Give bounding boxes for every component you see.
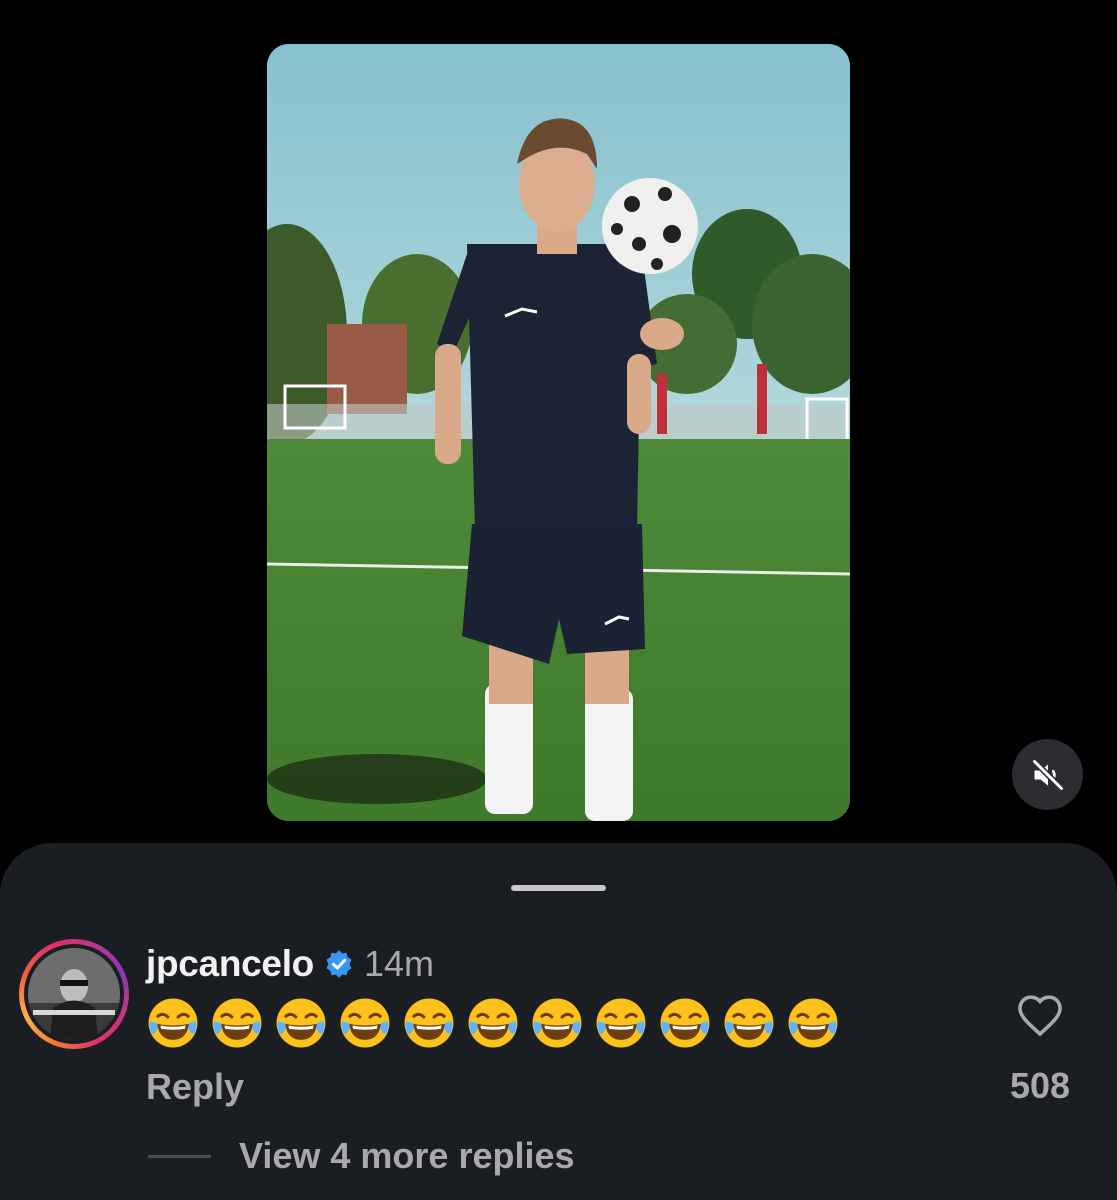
verified-badge-icon <box>326 950 352 978</box>
sheet-drag-handle[interactable] <box>511 885 606 891</box>
reel-video[interactable] <box>267 44 850 821</box>
replies-divider <box>148 1154 211 1158</box>
laughing-emoji-icon <box>660 998 710 1048</box>
laughing-emoji-icon <box>532 998 582 1048</box>
like-button[interactable]: 508 <box>1000 993 1080 1106</box>
comment-timestamp: 14m <box>363 943 435 984</box>
comment-text: 😂😂😂😂😂😂😂😂😂😂😂 <box>146 996 840 1050</box>
laughing-emoji-icon <box>276 998 326 1048</box>
laughing-emoji-icon <box>468 998 518 1048</box>
mute-button[interactable] <box>1012 739 1083 810</box>
story-ring[interactable] <box>19 939 129 1049</box>
avatar[interactable] <box>28 948 120 1040</box>
comments-sheet: jpcancelo 14m 😂😂😂😂😂😂😂😂😂😂😂 Reply 508 View… <box>0 843 1117 1200</box>
avatar-photo <box>28 948 120 1040</box>
heart-icon[interactable] <box>1016 993 1064 1037</box>
view-more-replies[interactable]: View 4 more replies <box>148 1135 575 1177</box>
laughing-emoji-icon <box>212 998 262 1048</box>
laughing-emoji-icon <box>148 998 198 1048</box>
laughing-emoji-icon <box>404 998 454 1048</box>
laughing-emoji-icon <box>596 998 646 1048</box>
laughing-emoji-icon <box>788 998 838 1048</box>
speaker-muted-icon <box>1031 758 1064 791</box>
reply-button[interactable]: Reply <box>146 1066 244 1108</box>
like-count: 508 <box>1009 1065 1071 1106</box>
view-more-replies-label[interactable]: View 4 more replies <box>239 1135 575 1177</box>
comment-username[interactable]: jpcancelo <box>146 943 314 985</box>
laughing-emoji-icon <box>724 998 774 1048</box>
comment-header: jpcancelo 14m <box>146 943 434 985</box>
video-frame <box>267 44 850 821</box>
laughing-emoji-icon <box>340 998 390 1048</box>
